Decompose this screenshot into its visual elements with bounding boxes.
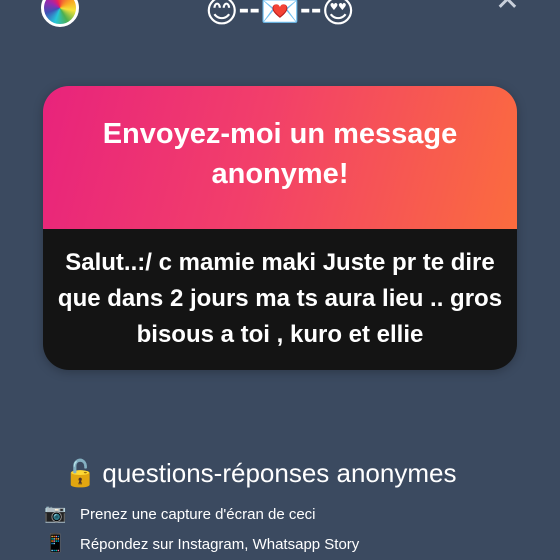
- step-text: Répondez sur Instagram, Whatsapp Story: [80, 536, 360, 553]
- unlock-icon: 🔓: [64, 459, 97, 489]
- footer-title: 🔓 questions-réponses anonymes: [64, 458, 456, 489]
- screen: 😊--💌--😍 ✕ Envoyez-moi un message anonyme…: [0, 0, 560, 560]
- heart-eyes-icon: 😍: [321, 0, 355, 30]
- card-header: Envoyez-moi un message anonyme!: [43, 86, 517, 229]
- step-screenshot: 📷 Prenez une capture d'écran de ceci: [44, 503, 316, 524]
- smiling-face-icon: 😊: [205, 0, 239, 30]
- step-reply: 📱 Répondez sur Instagram, Whatsapp Story: [44, 533, 359, 554]
- footer-title-text: questions-réponses anonymes: [102, 458, 457, 488]
- separator: --: [238, 0, 261, 25]
- emoji-header: 😊--💌--😍: [0, 0, 560, 30]
- close-icon[interactable]: ✕: [495, 0, 520, 16]
- camera-icon: 📷: [44, 503, 67, 524]
- card-body: Salut..:/ c mamie maki Juste pr te dire …: [43, 229, 517, 370]
- message-card: Envoyez-moi un message anonyme! Salut..:…: [43, 86, 517, 370]
- love-letter-icon: 💌: [260, 0, 300, 30]
- separator: --: [299, 0, 322, 25]
- message-text: Salut..:/ c mamie maki Juste pr te dire …: [57, 249, 503, 348]
- card-title: Envoyez-moi un message anonyme!: [102, 117, 458, 190]
- step-text: Prenez une capture d'écran de ceci: [80, 506, 316, 523]
- phone-icon: 📱: [44, 533, 67, 554]
